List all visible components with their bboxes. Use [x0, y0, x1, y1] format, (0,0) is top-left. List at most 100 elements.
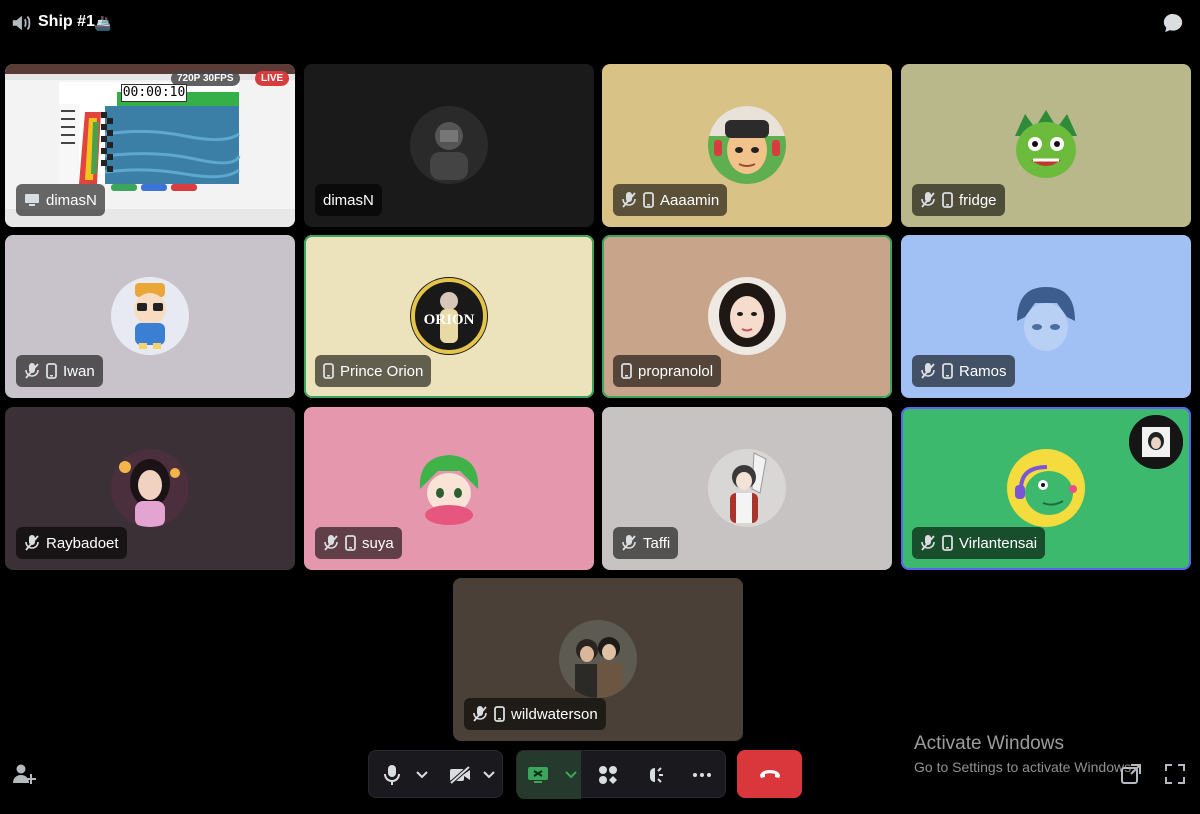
channel-title: Ship #1 [38, 13, 95, 30]
mobile-device-icon [494, 706, 505, 722]
participant-tile[interactable]: propranolol [602, 235, 892, 398]
activity-controls [516, 750, 726, 799]
participant-name: Ramos [959, 362, 1007, 380]
avatar [111, 449, 189, 527]
screen-share-icon [528, 767, 548, 783]
avatar [1007, 449, 1085, 527]
participant-name: Aaaamin [660, 191, 720, 209]
participant-tile[interactable]: Taffi [602, 407, 892, 570]
chat-bubble-icon[interactable] [1162, 12, 1184, 34]
participant-name: Virlantensai [959, 534, 1038, 552]
participant-name: Raybadoet [46, 534, 119, 552]
participant-tile[interactable]: fridge [901, 64, 1191, 227]
avatar [559, 620, 637, 698]
chevron-down-icon [483, 771, 495, 779]
video-options-button[interactable] [479, 751, 499, 799]
call-header: Ship #1 🚢 [0, 0, 1200, 46]
audio-options-button[interactable] [412, 751, 432, 799]
nameplate-status-icons [24, 362, 57, 380]
participant-nameplate: propranolol [613, 355, 722, 387]
avatar [1007, 106, 1085, 184]
participant-tile[interactable]: suya [304, 407, 594, 570]
nameplate-status-icons [621, 191, 654, 209]
speaker-icon [12, 15, 31, 31]
chevron-down-icon [565, 771, 577, 779]
participant-tile[interactable]: Virlantensai [901, 407, 1191, 570]
nameplate-status-icons [920, 362, 953, 380]
participant-nameplate: dimasN [315, 184, 382, 216]
participant-name: suya [362, 534, 394, 552]
participant-name: fridge [959, 191, 997, 209]
participant-nameplate: Raybadoet [16, 527, 127, 559]
avatar [708, 449, 786, 527]
leave-call-button[interactable] [737, 750, 802, 798]
mobile-device-icon [621, 363, 632, 379]
participant-tile[interactable]: Aaaamin [602, 64, 892, 227]
participant-tile[interactable]: wildwaterson [453, 578, 743, 741]
stream-timer: 00:00:10 [121, 84, 187, 102]
nameplate-status-icons [621, 363, 632, 379]
stream-tile[interactable]: 720P 30FPS LIVE 00:00:10 dimasN [5, 64, 295, 227]
muted-mic-icon [921, 192, 935, 208]
avatar [410, 449, 488, 527]
camera-off-icon [449, 766, 471, 784]
self-preview-pip[interactable] [1129, 415, 1183, 469]
share-options-button[interactable] [561, 751, 581, 799]
camera-button[interactable] [447, 751, 473, 799]
watermark-title: Activate Windows [914, 733, 1064, 754]
participant-tile[interactable]: Raybadoet [5, 407, 295, 570]
participant-nameplate: Virlantensai [912, 527, 1046, 559]
soundboard-icon [650, 767, 663, 783]
participant-tile[interactable]: Ramos [901, 235, 1191, 398]
participant-tile[interactable]: Iwan [5, 235, 295, 398]
mobile-device-icon [323, 363, 334, 379]
nameplate-status-icons [24, 534, 40, 552]
avatar [410, 106, 488, 184]
participant-nameplate: Taffi [613, 527, 679, 559]
participant-name: propranolol [638, 362, 714, 380]
participant-name: wildwaterson [511, 705, 598, 723]
mobile-device-icon [46, 363, 57, 379]
muted-mic-icon [921, 535, 935, 551]
nameplate-status-icons [472, 705, 505, 723]
more-options-button[interactable] [689, 751, 715, 799]
participant-nameplate: Prince Orion [315, 355, 432, 387]
hang-up-icon [759, 770, 780, 778]
participant-tile[interactable]: ORION Prince Orion [304, 235, 594, 398]
activities-button[interactable] [595, 751, 621, 799]
participant-name: dimasN [323, 191, 374, 209]
ship-emoji: 🚢 [94, 15, 112, 31]
stream-owner-name: dimasN [46, 191, 97, 209]
muted-mic-icon [25, 535, 39, 551]
svg-text:ORION: ORION [424, 312, 475, 328]
screen-share-indicator-icon [25, 194, 39, 206]
add-person-icon[interactable] [12, 763, 36, 785]
muted-mic-icon [473, 706, 487, 722]
mobile-device-icon [643, 192, 654, 208]
audio-video-controls [368, 750, 503, 798]
participant-tile[interactable]: dimasN [304, 64, 594, 227]
avatar [1007, 277, 1085, 355]
mobile-device-icon [942, 363, 953, 379]
avatar [708, 106, 786, 184]
participant-nameplate: Ramos [912, 355, 1015, 387]
participant-nameplate: suya [315, 527, 402, 559]
mute-button[interactable] [379, 751, 405, 799]
soundboard-button[interactable] [643, 751, 669, 799]
nameplate-status-icons [920, 191, 953, 209]
avatar: ORION [410, 277, 488, 355]
muted-mic-icon [921, 363, 935, 379]
muted-mic-icon [25, 363, 39, 379]
participant-nameplate: Iwan [16, 355, 103, 387]
participant-nameplate: Aaaamin [613, 184, 728, 216]
participant-nameplate: fridge [912, 184, 1005, 216]
participant-name: Prince Orion [340, 362, 424, 380]
activate-windows-watermark: Activate Windows Go to Settings to activ… [914, 733, 1135, 775]
participant-nameplate: wildwaterson [464, 698, 606, 730]
mobile-device-icon [345, 535, 356, 551]
participant-name: Taffi [643, 534, 671, 552]
avatar [708, 277, 786, 355]
more-options-icon [693, 773, 711, 777]
nameplate-status-icons [323, 363, 334, 379]
fullscreen-icon[interactable] [1164, 763, 1186, 785]
